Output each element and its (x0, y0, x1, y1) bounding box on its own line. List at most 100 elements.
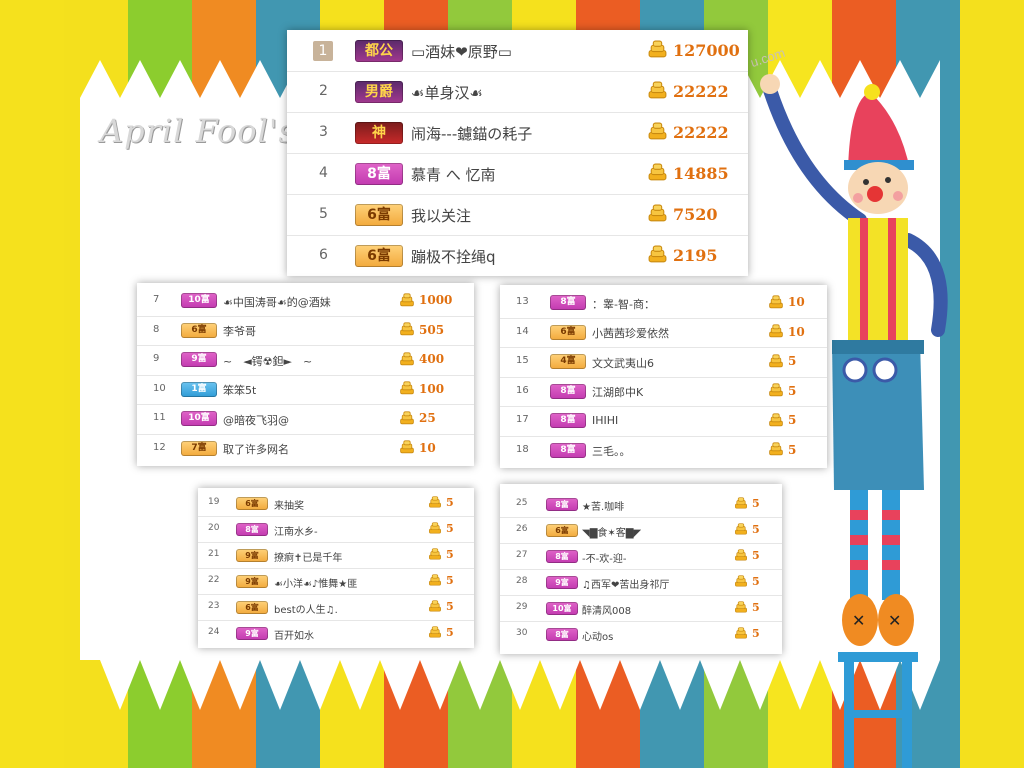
leaderboard-row: 11 10富 @暗夜飞羽@ 25 (137, 404, 474, 435)
user-nickname: ☙中国涛哥☙的@酒妹 (223, 295, 331, 309)
gold-coins-icon (399, 293, 415, 314)
coin-score: 5 (752, 601, 760, 615)
gold-coins-icon (428, 600, 442, 619)
user-nickname: 江南水乡- (274, 526, 318, 538)
user-nickname: 醉清风008 (582, 605, 632, 617)
leaderboard-row: 5 6富 我以关注 7520 (287, 194, 748, 236)
user-nickname: IHIHI (592, 413, 619, 427)
rank-number: 9 (153, 353, 160, 365)
coin-score: 5 (446, 496, 454, 510)
coin-score: 7520 (673, 204, 718, 224)
wealth-level-badge: 6富 (236, 600, 268, 614)
leaderboard-panel-top: 1 都公 ▭酒妹❤原野▭ 127000 2 男爵 ☙单身汉☙ 22222 3 神闹海---鑢錨の耗… (287, 30, 748, 276)
gold-coins-icon (647, 245, 668, 271)
rank-number: 5 (319, 206, 328, 222)
rank-number: 23 (208, 601, 220, 611)
leaderboard-row: 26 6富 ◥▇食✶客▇◤ 5 (500, 517, 782, 544)
user-nickname: 笨笨5t (223, 384, 257, 398)
coin-score: 127000 (673, 40, 740, 60)
gold-coins-icon (734, 497, 748, 516)
rank-number: 11 (153, 412, 166, 424)
leaderboard-row: 24 9富 百开如水 5 (198, 620, 474, 646)
poster-canvas: April Fool's u.com ✕ ✕ 1 都公 ▭酒妹❤原野▭ 1270… (0, 0, 1024, 768)
gold-coins-icon (428, 496, 442, 515)
gold-coins-icon (428, 626, 442, 645)
gold-coins-icon (428, 548, 442, 567)
coin-score: 5 (788, 354, 797, 369)
wealth-level-badge: 9富 (181, 352, 217, 368)
rank-number: 22 (208, 575, 220, 585)
rank-number: 3 (319, 124, 328, 140)
wealth-level-badge: 9富 (546, 575, 578, 589)
wealth-level-badge: 6富 (355, 203, 403, 226)
wealth-level-badge: 男爵 (355, 80, 403, 103)
coin-score: 5 (788, 383, 797, 398)
user-nickname: 慕青 へ 忆南 (411, 166, 496, 185)
leaderboard-row: 3 神闹海---鑢錨の耗子 22222 (287, 112, 748, 154)
rank-number: 28 (516, 576, 528, 586)
gold-coins-icon (428, 574, 442, 593)
coin-score: 100 (419, 381, 445, 396)
wealth-level-badge: 8富 (355, 162, 403, 185)
coin-score: 22222 (673, 81, 729, 101)
gold-coins-icon (647, 163, 668, 189)
rank-number: 8 (153, 323, 160, 335)
user-nickname: @暗夜飞羽@ (223, 413, 289, 427)
wealth-level-badge: 6富 (550, 324, 586, 340)
rank-number: 26 (516, 524, 528, 534)
wealth-level-badge: 都公 (355, 39, 403, 62)
user-nickname: ☙单身汉☙ (411, 84, 483, 103)
user-nickname: ♫西军❤苦出身祁厅 (582, 579, 670, 591)
user-nickname: ★苦.咖啡 (582, 501, 625, 513)
gold-coins-icon (768, 413, 784, 434)
leaderboard-row: 8 6富 李爷哥 505 (137, 316, 474, 346)
gold-coins-icon (399, 322, 415, 343)
rank-number: 16 (516, 384, 529, 396)
wealth-level-badge: 10富 (546, 601, 578, 615)
coin-score: 10 (419, 440, 436, 455)
leaderboard-row: 22 9富 ☙小洋☙♪惟舞★匪 5 (198, 568, 474, 595)
wealth-level-badge: 8富 (546, 497, 578, 511)
leaderboard-panel-bottom-right: 25 8富 ★苦.咖啡 5 26 6富 ◥▇食✶客▇◤ 5 27 8富 -不-欢-迎- 5 28 9富 ♫西… (500, 484, 782, 654)
leaderboard-panel-mid-left: 7 10富 ☙中国涛哥☙的@酒妹 1000 8 6富 李爷哥 505 9 9富 ~ ◄锷☢鉭► ~ 4… (137, 283, 474, 466)
leaderboard-panel-bottom-left: 19 6富 来抽奖 5 20 8富 江南水乡- 5 21 9富 撩痾✝已是千年 5 22 9富 ☙小洋☙♪惟… (198, 488, 474, 648)
rank-number: 18 (516, 443, 529, 455)
leaderboard-row: 9 9富 ~ ◄锷☢鉭► ~ 400 (137, 345, 474, 376)
user-nickname: ◥▇食✶客▇◤ (582, 527, 642, 539)
user-nickname: 闹海---鑢錨の耗子 (411, 125, 533, 144)
gold-coins-icon (647, 122, 668, 148)
coin-score: 5 (752, 575, 760, 589)
coin-score: 505 (419, 322, 445, 337)
rank-number: 30 (516, 628, 528, 638)
wealth-level-badge: 8富 (236, 522, 268, 536)
rank-number: 7 (153, 294, 160, 306)
gold-coins-icon (768, 324, 784, 345)
coin-score: 5 (752, 627, 760, 641)
rank-number: 29 (516, 602, 528, 612)
leaderboard-row: 27 8富 -不-欢-迎- 5 (500, 543, 782, 570)
coin-score: 22222 (673, 122, 729, 142)
rank-number: 14 (516, 325, 529, 337)
wealth-level-badge: 10富 (181, 411, 217, 427)
leaderboard-row: 14 6富 小茜茜珍爱依然 10 (500, 318, 827, 348)
coin-score: 5 (788, 442, 797, 457)
gold-coins-icon (734, 523, 748, 542)
rank-number: 25 (516, 498, 528, 508)
leaderboard-row: 15 4富 文文武夷山6 5 (500, 347, 827, 378)
wealth-level-badge: 8富 (546, 549, 578, 563)
wealth-level-badge: 6富 (355, 244, 403, 267)
rank-number: 4 (319, 165, 328, 181)
rank-number: 27 (516, 550, 528, 560)
rank-number: 1 (313, 40, 333, 61)
gold-coins-icon (647, 81, 668, 107)
wealth-level-badge: 7富 (181, 440, 217, 456)
leaderboard-row: 19 6富 来抽奖 5 (198, 490, 474, 517)
coin-score: 10 (788, 324, 805, 339)
leaderboard-row: 18 8富 三毛。。 5 (500, 436, 827, 466)
coin-score: 25 (419, 411, 436, 426)
gold-coins-icon (647, 204, 668, 230)
leaderboard-row: 6 6富 蹦极不拴绳q 2195 (287, 235, 748, 276)
user-nickname: ☙小洋☙♪惟舞★匪 (274, 578, 358, 590)
coin-score: 5 (788, 413, 797, 428)
coin-score: 5 (446, 600, 454, 614)
